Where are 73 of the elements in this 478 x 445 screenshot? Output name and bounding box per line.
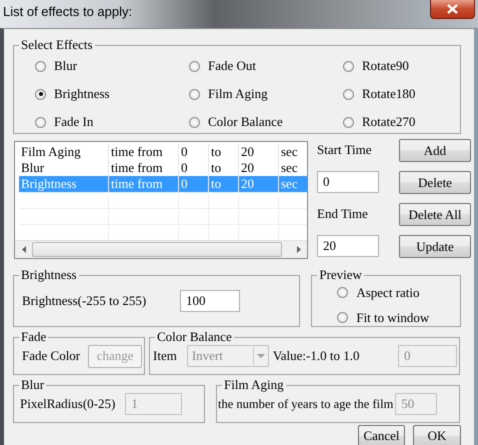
radio-button[interactable] [189,88,200,100]
radio-option[interactable]: Fade Out [189,52,343,80]
scrollbar-thumb[interactable] [32,242,282,257]
pixel-radius-label: PixelRadius(0-25) [20,396,116,412]
table-cell: 0 [179,144,209,160]
cancel-button[interactable]: Cancel [358,425,405,445]
radio-label: Film Aging [208,86,268,102]
radio-option[interactable]: Blur [35,52,189,80]
radio-option[interactable]: Aspect ratio [337,280,460,305]
radio-label: Fit to window [356,310,430,326]
group-title: Brightness [19,267,79,283]
brightness-field[interactable]: 100 [180,290,240,312]
item-label: Item [153,348,177,364]
radio-label: Rotate90 [362,58,409,74]
close-button[interactable] [430,0,475,19]
radio-option[interactable]: Film Aging [189,80,343,108]
radio-button[interactable] [189,60,200,72]
delete-button[interactable]: Delete [399,171,471,194]
radio-option[interactable]: Rotate180 [343,80,478,108]
radio-label: Color Balance [208,114,283,130]
table-cell: 20 [239,144,279,160]
radio-option[interactable]: Brightness [35,80,189,108]
table-cell: time from [109,176,179,192]
radio-button[interactable] [35,116,46,128]
window-title: List of effects to apply: [2,3,132,19]
radio-button[interactable] [189,116,200,128]
radio-label: Brightness [54,86,110,102]
radio-option[interactable]: Rotate90 [343,52,478,80]
radio-button[interactable] [35,60,46,72]
start-time-label: Start Time [317,142,373,158]
radio-label: Rotate270 [362,114,416,130]
left-triangle-icon [22,246,26,253]
film-aging-label: the number of years to age the film [218,396,394,412]
end-time-label: End Time [317,206,369,222]
ok-button[interactable]: OK [413,425,461,445]
table-cell: Brightness [19,176,109,192]
add-button[interactable]: Add [399,139,471,162]
fade-color-label: Fade Color [22,348,80,364]
radio-button[interactable] [337,312,348,323]
radio-button[interactable] [337,287,348,298]
radio-label: Blur [54,58,78,74]
effects-list[interactable]: Film Aging time from 0 to 20 sec Blur time from 0 to 20 sec Brightness time from 0 to 20 sec [14,141,308,259]
value-range-label: Value:-1.0 to 1.0 [272,348,360,364]
caret-icon [256,354,265,358]
horizontal-scrollbar[interactable] [15,240,307,258]
table-cell: to [209,176,239,192]
radio-option[interactable]: Rotate270 [343,108,478,136]
table-cell: sec [279,176,307,192]
brightness-label: Brightness(-255 to 255) [22,293,148,309]
radio-label: Fade Out [208,58,256,74]
table-cell: to [209,144,239,160]
start-time-field[interactable]: 0 [317,171,379,193]
group-title: Film Aging [222,377,286,393]
radio-label: Aspect ratio [356,284,420,300]
radio-option[interactable]: Fade In [35,108,189,136]
end-time-field[interactable]: 20 [317,235,379,257]
radio-button[interactable] [343,60,354,72]
update-button[interactable]: Update [399,235,471,258]
close-icon [447,4,458,14]
right-triangle-icon [296,246,300,253]
table-cell: Film Aging [19,144,109,160]
radio-option[interactable]: Color Balance [189,108,343,136]
table-cell: 20 [239,176,279,192]
radio-label: Fade In [54,114,94,130]
table-cell: sec [279,144,307,160]
table-cell: time from [109,144,179,160]
table-cell: 0 [179,176,209,192]
radio-button[interactable] [35,88,46,100]
radio-label: Rotate180 [362,86,416,102]
radio-button[interactable] [343,116,354,128]
radio-button[interactable] [343,88,354,100]
delete-all-button[interactable]: Delete All [399,203,471,226]
radio-option[interactable]: Fit to window [337,305,460,330]
